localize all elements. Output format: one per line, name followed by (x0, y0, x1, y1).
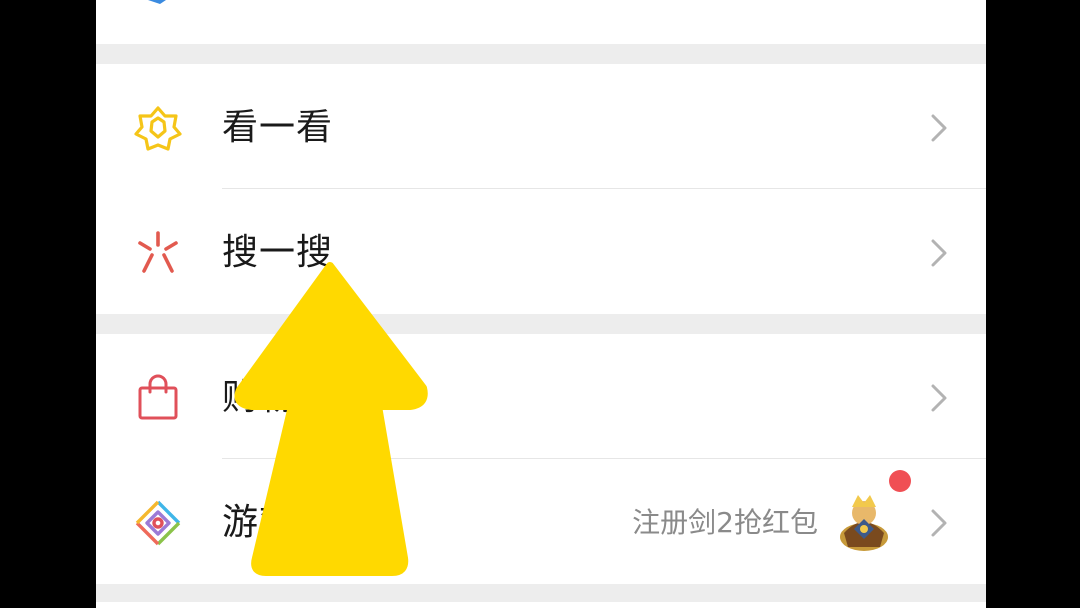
partial-label (222, 0, 332, 4)
menu-item-search[interactable]: 搜一搜 (96, 189, 986, 313)
top-card (96, 0, 986, 44)
menu-item-shopping-label: 购物 (222, 377, 297, 418)
video-frame: 看一看 搜一搜 购物 游戏 注册剑2抢红包 (0, 0, 1080, 608)
menu-item-look-label: 看一看 (222, 107, 334, 148)
discover-screen: 看一看 搜一搜 购物 游戏 注册剑2抢红包 (96, 0, 986, 608)
menu-item-game[interactable]: 游戏 注册剑2抢红包 (96, 459, 986, 583)
chevron-right-icon (931, 239, 947, 267)
discover-card-1: 看一看 搜一搜 (96, 64, 986, 314)
game-icon (135, 500, 181, 546)
game-promo-text: 注册剑2抢红包 (632, 506, 818, 539)
search-icon (138, 231, 178, 273)
chevron-right-icon (931, 114, 947, 142)
menu-item-look[interactable]: 看一看 (96, 64, 986, 188)
chevron-right-icon (931, 384, 947, 412)
notification-badge (889, 470, 911, 492)
menu-item-game-label: 游戏 (222, 502, 297, 543)
menu-item-search-label: 搜一搜 (222, 232, 334, 273)
menu-item-shopping[interactable]: 购物 (96, 334, 986, 458)
shopping-bag-icon (138, 374, 178, 420)
bottom-card (96, 602, 986, 608)
look-icon (134, 106, 182, 151)
partial-icon (148, 0, 166, 4)
discover-card-2: 购物 游戏 注册剑2抢红包 (96, 334, 986, 584)
chevron-right-icon (931, 509, 947, 537)
game-avatar-icon (840, 495, 888, 551)
